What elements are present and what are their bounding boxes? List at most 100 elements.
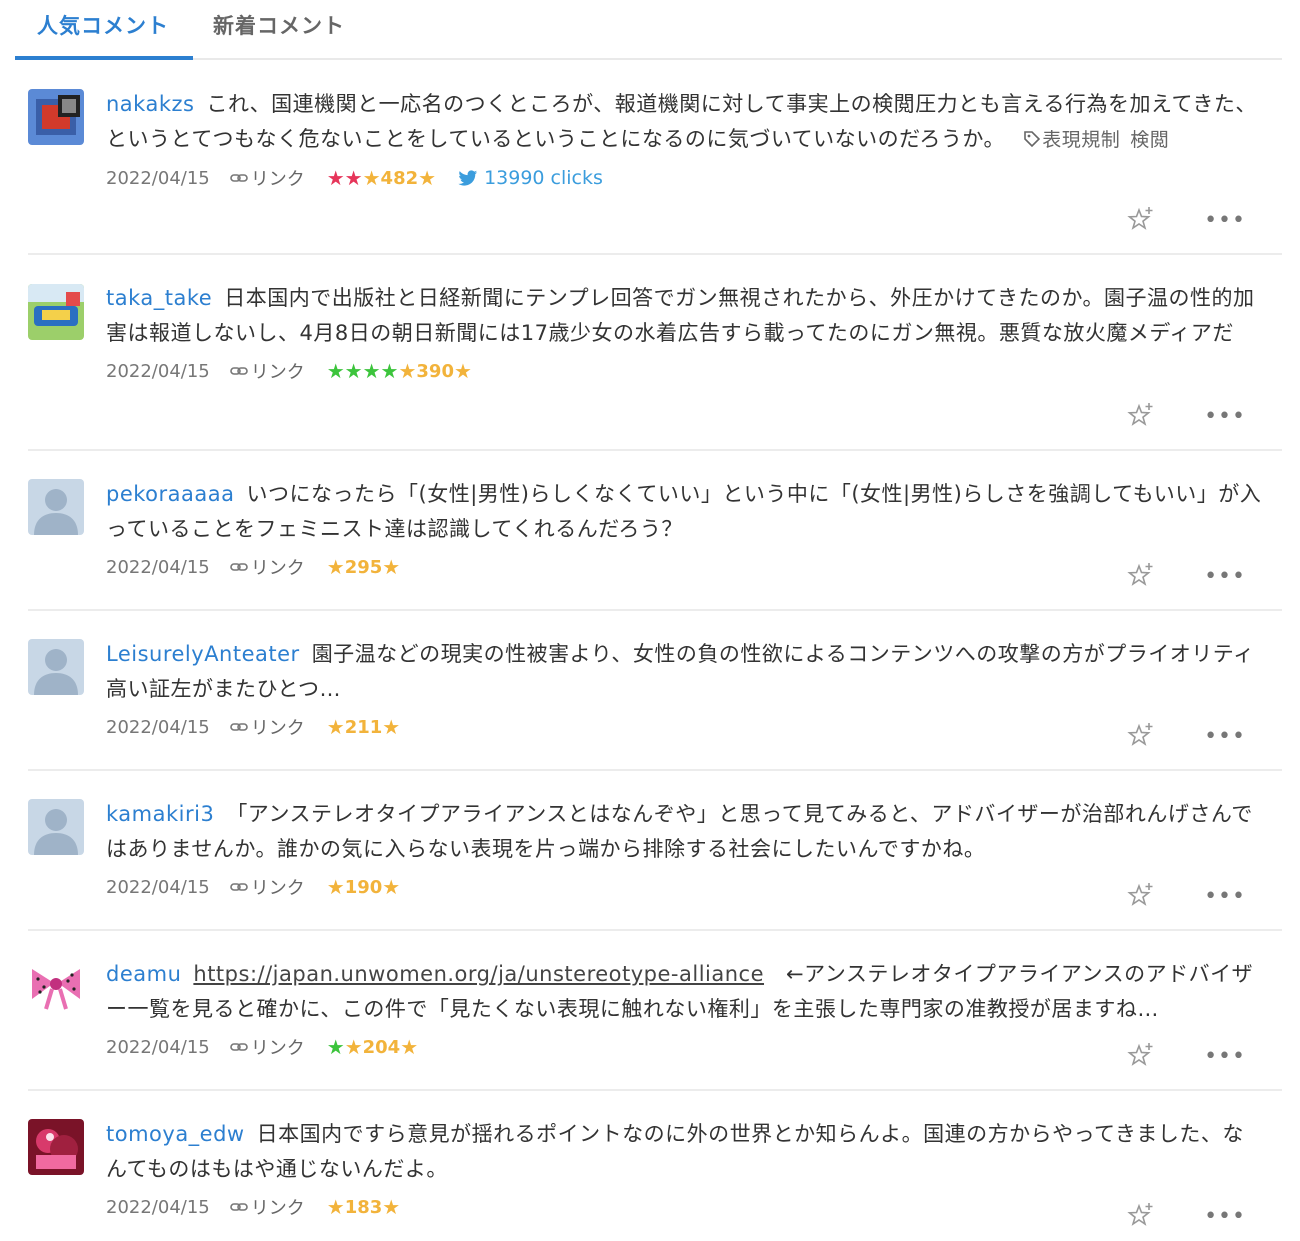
comment-meta: 2022/04/15 リンク ★ 190 ★ xyxy=(106,870,1262,904)
yellow-star-trail: ★ xyxy=(382,715,401,739)
yellow-star: ★ xyxy=(326,715,345,739)
add-star-icon[interactable] xyxy=(1126,205,1156,235)
add-star-icon[interactable] xyxy=(1126,561,1156,591)
yellow-star: ★ xyxy=(326,555,345,579)
avatar[interactable] xyxy=(28,284,84,340)
username-link[interactable]: taka_take xyxy=(106,286,212,310)
permalink-label: リンク xyxy=(250,558,305,579)
yellow-star: ★ xyxy=(362,166,381,190)
comment-text: 日本国内ですら意見が揺れるポイントなのに外の世界とか知らんよ。国連の方からやって… xyxy=(106,1122,1244,1181)
star-list[interactable]: ★ 295 ★ xyxy=(327,555,400,579)
yellow-star-trail: ★ xyxy=(382,875,401,899)
username-link[interactable]: nakakzs xyxy=(106,92,194,116)
more-menu-icon[interactable]: ••• xyxy=(1204,724,1246,749)
more-menu-icon[interactable]: ••• xyxy=(1204,884,1246,909)
comment-item: nakakzs これ、国連機関と一応名のつくところが、報道機関に対して事実上の検閲… xyxy=(28,60,1282,255)
username-link[interactable]: kamakiri3 xyxy=(106,802,214,826)
star-list[interactable]: ★★★★ ★ 390 ★ xyxy=(327,359,472,383)
avatar[interactable] xyxy=(28,799,84,855)
star-list[interactable]: ★ 211 ★ xyxy=(327,715,400,739)
star-list[interactable]: ★ 183 ★ xyxy=(327,1195,400,1219)
tag-link[interactable]: 検閲 xyxy=(1130,129,1169,151)
link-icon xyxy=(229,174,248,182)
avatar[interactable] xyxy=(28,1119,84,1175)
username-link[interactable]: pekoraaaaa xyxy=(106,482,235,506)
link-icon xyxy=(229,1203,248,1211)
avatar[interactable] xyxy=(28,89,84,145)
permalink[interactable]: リンク xyxy=(229,714,305,740)
username-link[interactable]: LeisurelyAnteater xyxy=(106,642,300,666)
link-icon xyxy=(229,563,248,571)
more-menu-icon[interactable]: ••• xyxy=(1204,564,1246,589)
twitter-icon xyxy=(458,169,478,186)
permalink-label: リンク xyxy=(250,169,305,190)
more-menu-icon[interactable]: ••• xyxy=(1204,1204,1246,1229)
yellow-star-trail: ★ xyxy=(418,166,437,190)
star-count: 190 xyxy=(344,876,383,898)
more-menu-icon[interactable]: ••• xyxy=(1204,208,1246,233)
comment-list: nakakzs これ、国連機関と一応名のつくところが、報道機関に対して事実上の検閲… xyxy=(28,60,1282,1241)
star-list[interactable]: ★ 190 ★ xyxy=(327,875,400,899)
avatar[interactable] xyxy=(28,959,84,1015)
avatar[interactable] xyxy=(28,639,84,695)
more-menu-icon[interactable]: ••• xyxy=(1204,1044,1246,1069)
green-stars: ★★★★ xyxy=(326,359,399,383)
comment-text: 「アンステレオタイプアライアンスとはなんぞや」と思って見てみると、アドバイザーが… xyxy=(106,802,1253,861)
permalink-label: リンク xyxy=(250,1198,305,1219)
comment-date[interactable]: 2022/04/15 xyxy=(106,1037,210,1058)
comment-item: kamakiri3 「アンステレオタイプアライアンスとはなんぞや」と思って見てみる… xyxy=(28,771,1282,931)
twitter-clicks[interactable]: 13990 clicks xyxy=(458,167,603,189)
add-star-icon[interactable] xyxy=(1126,1201,1156,1231)
comment-date[interactable]: 2022/04/15 xyxy=(106,557,210,578)
star-list[interactable]: ★ ★ 204 ★ xyxy=(327,1035,418,1059)
permalink[interactable]: リンク xyxy=(229,874,305,900)
add-star-icon[interactable] xyxy=(1126,881,1156,911)
star-list[interactable]: ★★ ★ 482 ★ xyxy=(327,166,436,190)
red-stars: ★★ xyxy=(326,166,363,190)
permalink-label: リンク xyxy=(250,1038,305,1059)
yellow-star: ★ xyxy=(326,1195,345,1219)
comment-date[interactable]: 2022/04/15 xyxy=(106,717,210,738)
add-star-icon[interactable] xyxy=(1126,721,1156,751)
yellow-star-trail: ★ xyxy=(453,359,472,383)
comment-date[interactable]: 2022/04/15 xyxy=(106,877,210,898)
permalink-label: リンク xyxy=(250,878,305,899)
yellow-star: ★ xyxy=(398,359,417,383)
tab-popular-comments[interactable]: 人気コメント xyxy=(37,10,169,40)
star-count: 295 xyxy=(344,556,383,578)
yellow-star-trail: ★ xyxy=(400,1035,419,1059)
tag-list: 表現規制 検閲 xyxy=(1022,129,1179,151)
permalink[interactable]: リンク xyxy=(229,165,305,191)
avatar[interactable] xyxy=(28,479,84,535)
yellow-star-trail: ★ xyxy=(382,555,401,579)
star-count: 204 xyxy=(362,1036,401,1058)
more-menu-icon[interactable]: ••• xyxy=(1204,404,1246,429)
click-count: 13990 clicks xyxy=(484,167,603,189)
comment-date[interactable]: 2022/04/15 xyxy=(106,361,210,382)
username-link[interactable]: deamu xyxy=(106,962,181,986)
add-star-icon[interactable] xyxy=(1126,401,1156,431)
yellow-star-trail: ★ xyxy=(382,1195,401,1219)
comment-item: taka_take 日本国内で出版社と日経新聞にテンプレ回答でガン無視されたから、… xyxy=(28,255,1282,451)
comment-tabs: 人気コメント 新着コメント xyxy=(15,0,1282,60)
link-icon xyxy=(229,367,248,375)
yellow-star: ★ xyxy=(326,875,345,899)
add-star-icon[interactable] xyxy=(1126,1041,1156,1071)
comment-item: pekoraaaaa いつになったら「(女性|男性)らしくなくていい」という中に「… xyxy=(28,451,1282,611)
comment-date[interactable]: 2022/04/15 xyxy=(106,1197,210,1218)
link-icon xyxy=(229,883,248,891)
comment-meta: 2022/04/15 リンク ★ 295 ★ xyxy=(106,550,1262,584)
external-link[interactable]: https://japan.unwomen.org/ja/unstereotyp… xyxy=(193,962,764,986)
comment-meta: 2022/04/15 リンク ★ 211 ★ xyxy=(106,710,1262,744)
tag-link[interactable]: 表現規制 xyxy=(1042,129,1120,151)
comment-date[interactable]: 2022/04/15 xyxy=(106,168,210,189)
tab-latest-comments[interactable]: 新着コメント xyxy=(213,10,345,40)
permalink[interactable]: リンク xyxy=(229,358,305,384)
permalink[interactable]: リンク xyxy=(229,554,305,580)
permalink[interactable]: リンク xyxy=(229,1194,305,1220)
permalink[interactable]: リンク xyxy=(229,1034,305,1060)
star-count: 183 xyxy=(344,1196,383,1218)
username-link[interactable]: tomoya_edw xyxy=(106,1122,245,1146)
comment-text: 日本国内で出版社と日経新聞にテンプレ回答でガン無視されたから、外圧かけてきたのか… xyxy=(106,286,1255,345)
link-icon xyxy=(229,723,248,731)
